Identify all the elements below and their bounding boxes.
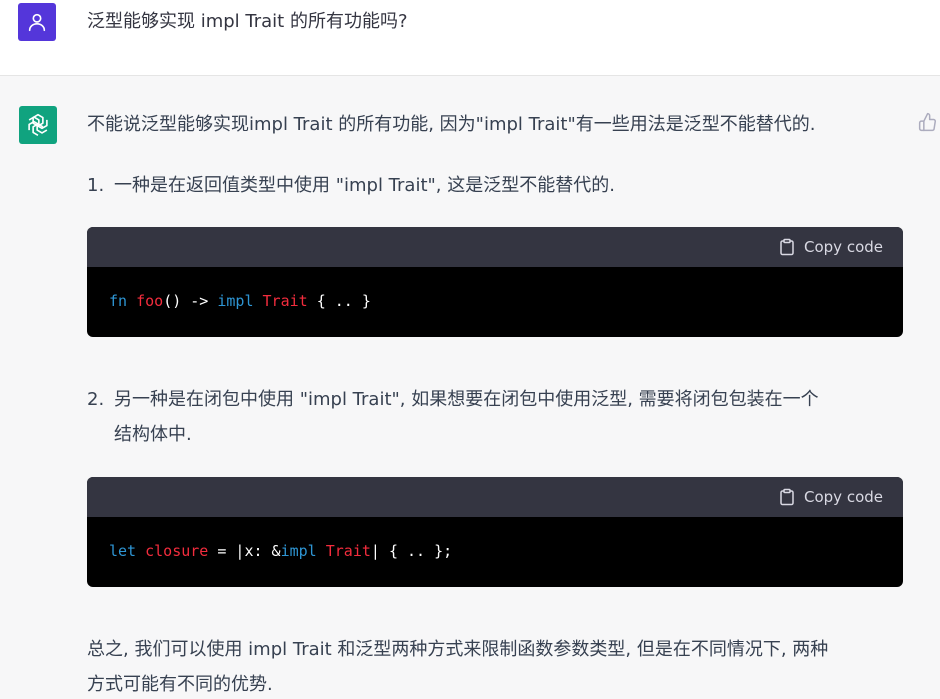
assistant-message: 不能说泛型能够实现impl Trait 的所有功能, 因为"impl Trait… <box>0 77 940 699</box>
copy-code-button-2[interactable]: Copy code <box>778 488 883 506</box>
list-item-2-text-line2: 结构体中. <box>114 424 192 445</box>
person-icon <box>28 13 46 32</box>
code-token: impl <box>217 292 254 310</box>
code-token: | { .. }; <box>370 542 453 560</box>
copy-code-label-2: Copy code <box>804 488 883 506</box>
thumbs-up-button[interactable] <box>917 111 939 133</box>
clipboard-icon <box>780 488 794 506</box>
clipboard-icon <box>780 238 794 256</box>
code-header-1: Copy code <box>87 227 903 267</box>
list-item-1-text: 一种是在返回值类型中使用 "impl Trait", 这是泛型不能替代的. <box>114 175 615 196</box>
code-token: fn <box>109 292 128 310</box>
code-block-2: Copy code let closure = |x: &impl Trait|… <box>87 477 903 587</box>
code-token: impl <box>280 542 317 560</box>
code-block-1: Copy code fn foo() -> impl Trait { .. } <box>87 227 903 337</box>
code-token: let <box>109 542 137 560</box>
answer-conclusion-line1: 总之, 我们可以使用 impl Trait 和泛型两种方式来限制函数参数类型, … <box>87 639 829 660</box>
list-item-2-text-line1: 另一种是在闭包中使用 "impl Trait", 如果想要在闭包中使用泛型, 需… <box>114 389 819 410</box>
openai-logo-icon <box>28 113 48 136</box>
answer-conclusion-line2: 方式可能有不同的优势. <box>87 674 273 695</box>
code-token: foo <box>136 292 164 310</box>
code-content-2: let closure = |x: &impl Trait| { .. }; <box>87 517 903 563</box>
code-token: Trait <box>262 292 308 310</box>
code-token: { .. } <box>307 292 371 310</box>
list-number-2: 2. <box>87 389 105 410</box>
list-number-1: 1. <box>87 175 105 196</box>
copy-code-button-1[interactable]: Copy code <box>778 238 883 256</box>
answer-intro: 不能说泛型能够实现impl Trait 的所有功能, 因为"impl Trait… <box>87 114 816 135</box>
copy-code-label-1: Copy code <box>804 238 883 256</box>
user-avatar <box>18 3 56 41</box>
code-token: closure <box>145 542 209 560</box>
thumbs-up-icon <box>918 112 936 132</box>
code-header-2: Copy code <box>87 477 903 517</box>
user-message: 泛型能够实现 impl Trait 的所有功能吗? <box>0 0 940 76</box>
bot-avatar <box>19 106 57 144</box>
user-question: 泛型能够实现 impl Trait 的所有功能吗? <box>87 11 408 32</box>
code-content-1: fn foo() -> impl Trait { .. } <box>87 267 903 313</box>
code-token: = |x: & <box>208 542 281 560</box>
code-token: () -> <box>163 292 218 310</box>
code-token: Trait <box>325 542 371 560</box>
